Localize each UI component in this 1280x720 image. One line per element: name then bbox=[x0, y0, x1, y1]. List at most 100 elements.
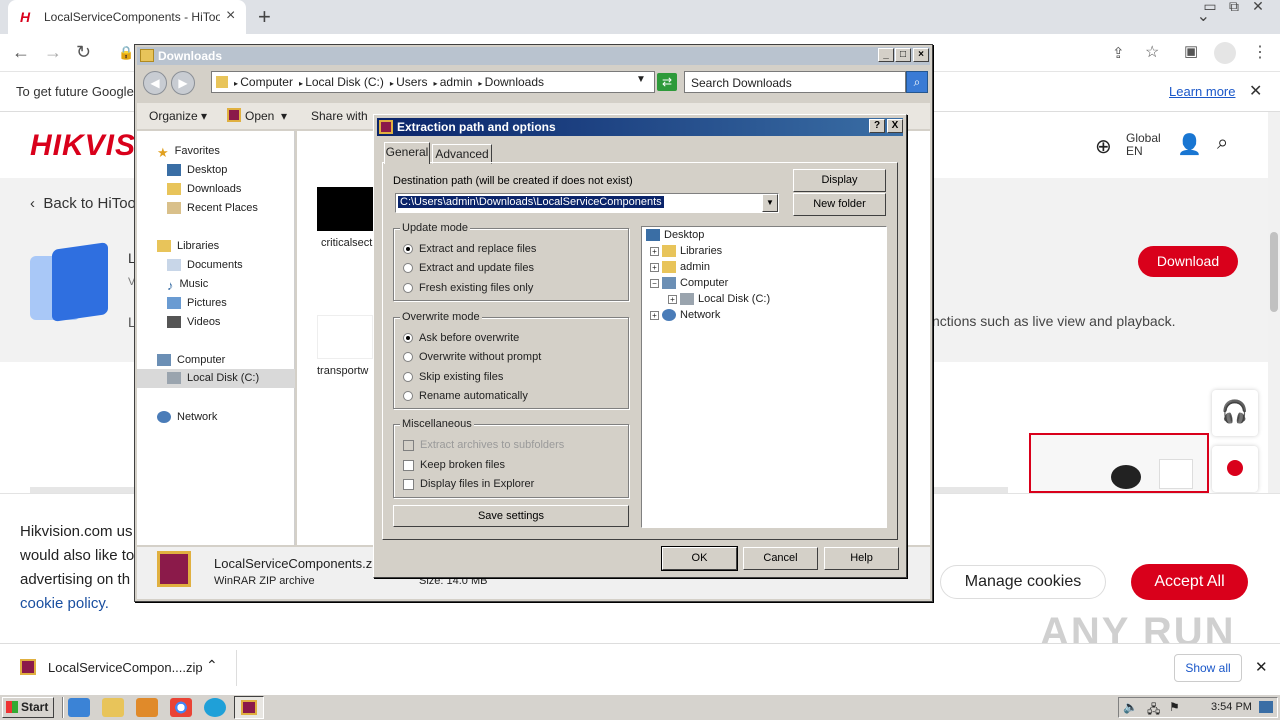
cancel-button[interactable]: Cancel bbox=[743, 547, 818, 570]
help-title-button[interactable]: ? bbox=[869, 119, 885, 133]
nav-network[interactable]: Network bbox=[157, 411, 217, 424]
winrar-taskbar-button[interactable] bbox=[234, 696, 264, 719]
download-item-name[interactable]: LocalServiceCompon....zip bbox=[48, 660, 203, 675]
start-button[interactable]: Start bbox=[2, 697, 54, 718]
radio-extract-replace[interactable]: Extract and replace files bbox=[403, 243, 536, 255]
breadcrumb-item[interactable]: Downloads bbox=[485, 75, 544, 89]
nav-local-disk[interactable]: Local Disk (C:) bbox=[137, 369, 295, 388]
file-name[interactable]: transportw bbox=[317, 365, 368, 377]
window-close-icon[interactable]: ✕ bbox=[1246, 0, 1270, 15]
expand-icon[interactable]: + bbox=[668, 294, 677, 304]
search-icon[interactable]: ⌕ bbox=[1217, 132, 1228, 155]
media-player-icon[interactable] bbox=[136, 698, 158, 717]
explorer-back-icon[interactable]: ◀ bbox=[143, 71, 167, 95]
folder-tree[interactable]: Desktop + Libraries + admin − Computer + Loc… bbox=[641, 226, 887, 528]
save-settings-button[interactable]: Save settings bbox=[393, 505, 629, 527]
profile-avatar-icon[interactable] bbox=[1214, 42, 1236, 64]
restore-icon[interactable]: ⧉ bbox=[1222, 0, 1246, 15]
download-button[interactable]: Download bbox=[1138, 246, 1238, 277]
breadcrumb-arrow-icon[interactable]: ▸ bbox=[433, 79, 439, 88]
cookie-policy-link[interactable]: cookie policy. bbox=[20, 592, 140, 616]
show-desktop-icon[interactable] bbox=[1259, 701, 1273, 713]
edge-icon[interactable] bbox=[204, 698, 226, 717]
tab-general[interactable]: General bbox=[384, 142, 430, 164]
refresh-icon[interactable]: ⇄ bbox=[657, 73, 677, 91]
back-to-hitools-link[interactable]: ‹ Back to HiTools bbox=[30, 195, 147, 212]
explorer-maximize-icon[interactable]: □ bbox=[895, 48, 911, 62]
lock-icon[interactable]: 🔒 bbox=[118, 45, 134, 61]
breadcrumb-item[interactable]: Computer bbox=[240, 75, 293, 89]
radio-skip-existing[interactable]: Skip existing files bbox=[403, 371, 503, 383]
clock[interactable]: 3:54 PM bbox=[1211, 701, 1252, 713]
nav-videos[interactable]: Videos bbox=[167, 316, 220, 329]
checkbox-display-explorer[interactable]: Display files in Explorer bbox=[403, 478, 534, 490]
radio-overwrite-without[interactable]: Overwrite without prompt bbox=[403, 351, 541, 363]
chrome-icon[interactable] bbox=[170, 698, 192, 717]
radio-ask-before[interactable]: Ask before overwrite bbox=[403, 332, 519, 344]
back-icon[interactable]: ← bbox=[12, 42, 30, 63]
nav-libraries[interactable]: Libraries bbox=[157, 240, 219, 253]
destination-dropdown-icon[interactable]: ▼ bbox=[762, 194, 778, 212]
new-tab-button[interactable]: + bbox=[258, 4, 271, 30]
tree-desktop[interactable]: Desktop bbox=[646, 229, 704, 242]
nav-desktop[interactable]: Desktop bbox=[167, 164, 227, 177]
expand-icon[interactable]: + bbox=[650, 246, 659, 256]
file-thumbnail[interactable] bbox=[317, 315, 373, 359]
help-button[interactable]: Help bbox=[824, 547, 899, 570]
globe-icon[interactable]: ⊕ bbox=[1095, 134, 1112, 159]
breadcrumb-arrow-icon[interactable]: ▸ bbox=[478, 79, 484, 88]
radio-fresh-existing[interactable]: Fresh existing files only bbox=[403, 282, 533, 294]
organize-menu[interactable]: Organize ▾ bbox=[149, 109, 207, 123]
radio-extract-update[interactable]: Extract and update files bbox=[403, 262, 534, 274]
open-button[interactable]: Open ▾ bbox=[245, 109, 287, 123]
download-shelf-close-icon[interactable]: ✕ bbox=[1255, 658, 1268, 676]
hik-pro-icon[interactable] bbox=[1212, 446, 1258, 492]
ie-icon[interactable] bbox=[68, 698, 90, 717]
explorer-address-bar[interactable]: ▸ Computer ▸ Local Disk (C:) ▸ Users ▸ admi… bbox=[211, 71, 655, 93]
info-bar-close-icon[interactable]: ✕ bbox=[1249, 81, 1262, 101]
bookmark-star-icon[interactable]: ☆ bbox=[1145, 42, 1159, 62]
region-selector[interactable]: Global EN bbox=[1126, 132, 1161, 158]
tree-local-disk[interactable]: + Local Disk (C:) bbox=[668, 293, 770, 306]
ok-button[interactable]: OK bbox=[661, 546, 738, 571]
checkbox-keep-broken[interactable]: Keep broken files bbox=[403, 459, 505, 471]
support-headset-icon[interactable]: 🎧 bbox=[1212, 390, 1258, 436]
share-icon[interactable]: ⇪ bbox=[1112, 44, 1125, 62]
reload-icon[interactable]: ↻ bbox=[76, 42, 91, 63]
share-with-menu[interactable]: Share with bbox=[311, 109, 368, 123]
nav-favorites[interactable]: ★ Favorites bbox=[157, 145, 220, 160]
collapse-icon[interactable]: − bbox=[650, 278, 659, 288]
breadcrumb-item[interactable]: Local Disk (C:) bbox=[305, 75, 384, 89]
new-folder-button[interactable]: New folder bbox=[793, 193, 886, 216]
volume-icon[interactable]: 🔈 bbox=[1123, 700, 1138, 714]
explorer-forward-icon[interactable]: ▶ bbox=[171, 71, 195, 95]
browser-tab[interactable]: H LocalServiceComponents - HiTools - Hik… bbox=[8, 0, 246, 34]
explorer-title-bar[interactable]: Downloads _ □ × bbox=[137, 47, 930, 65]
forward-icon[interactable]: → bbox=[44, 42, 62, 63]
tree-libraries[interactable]: + Libraries bbox=[650, 245, 722, 258]
page-scrollbar-thumb[interactable] bbox=[1270, 232, 1278, 312]
flag-icon[interactable]: ⚑ bbox=[1169, 700, 1180, 714]
network-tray-icon[interactable]: 🖧 bbox=[1147, 700, 1160, 720]
radio-rename-auto[interactable]: Rename automatically bbox=[403, 390, 528, 402]
promo-banner[interactable] bbox=[1029, 433, 1209, 493]
explorer-folder-icon[interactable] bbox=[102, 698, 124, 717]
nav-computer[interactable]: Computer bbox=[157, 354, 225, 367]
tree-admin[interactable]: + admin bbox=[650, 261, 710, 274]
manage-cookies-button[interactable]: Manage cookies bbox=[940, 565, 1106, 599]
address-dropdown-icon[interactable]: ▼ bbox=[636, 74, 646, 85]
nav-documents[interactable]: Documents bbox=[167, 259, 243, 272]
accept-all-button[interactable]: Accept All bbox=[1131, 564, 1248, 600]
tab-advanced[interactable]: Advanced bbox=[432, 144, 492, 164]
explorer-search-box[interactable]: Search Downloads bbox=[684, 71, 906, 93]
file-thumbnail[interactable] bbox=[317, 187, 373, 231]
chevron-up-icon[interactable]: ⌃ bbox=[206, 657, 218, 674]
search-go-icon[interactable]: ⌕ bbox=[906, 71, 928, 93]
nav-pictures[interactable]: Pictures bbox=[167, 297, 227, 310]
nav-recent-places[interactable]: Recent Places bbox=[167, 202, 258, 215]
nav-downloads[interactable]: Downloads bbox=[167, 183, 241, 196]
breadcrumb-item[interactable]: Users bbox=[396, 75, 427, 89]
explorer-close-icon[interactable]: × bbox=[913, 48, 929, 62]
dialog-title-bar[interactable]: Extraction path and options ? X bbox=[377, 118, 903, 136]
display-button[interactable]: Display bbox=[793, 169, 886, 192]
